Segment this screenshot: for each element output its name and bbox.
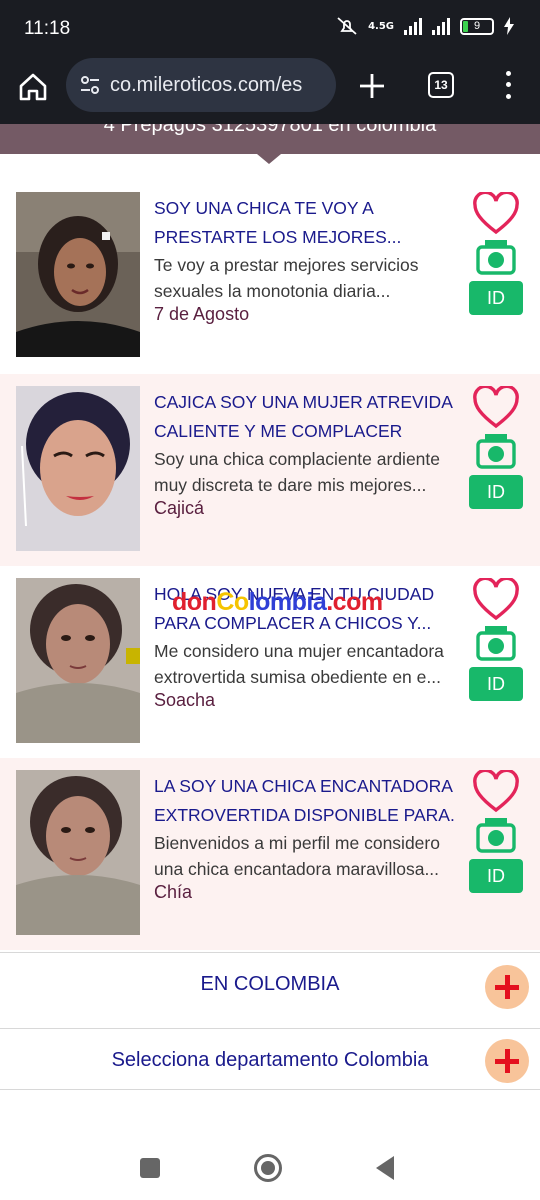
recent-apps-icon[interactable]: [140, 1158, 160, 1178]
listing-description: Me considero una mujer encantadora extro…: [154, 641, 444, 687]
listing-location: 7 de Agosto: [154, 304, 250, 324]
favorite-heart-icon[interactable]: [472, 192, 520, 236]
favorite-heart-icon[interactable]: [472, 578, 520, 622]
listing-item[interactable]: SOY UNA CHICA TE VOY A PRESTARTE LOS MEJ…: [0, 180, 540, 372]
watermark-logo: donColombia.com: [172, 588, 383, 616]
listing-description: Te voy a prestar mejores servicios sexua…: [154, 255, 419, 301]
status-icons: 4.5G 9: [336, 16, 514, 36]
status-time: 11:18: [24, 18, 71, 39]
battery-level: 9: [473, 20, 481, 32]
listing-location: Soacha: [154, 690, 216, 710]
id-verified-button[interactable]: ID: [469, 475, 523, 509]
department-section-label[interactable]: Selecciona departamento Colombia: [0, 1049, 540, 1072]
signal-strength-2-icon: [432, 17, 450, 35]
listing-photo[interactable]: [16, 192, 140, 357]
page-banner: 4 Prepagos 3125397801 en colombia: [0, 124, 540, 154]
system-nav-bar: [0, 1128, 540, 1200]
address-bar[interactable]: co.mileroticos.com/es: [66, 58, 336, 112]
country-section-label[interactable]: EN COLOMBIA: [0, 973, 540, 996]
listing-title[interactable]: SOY UNA CHICA TE VOY A PRESTARTE LOS MEJ…: [154, 194, 454, 252]
battery-icon: 9: [460, 17, 494, 35]
camera-icon[interactable]: [476, 624, 516, 662]
country-section-row[interactable]: EN COLOMBIA: [0, 952, 540, 1028]
home-icon[interactable]: [16, 70, 50, 104]
id-verified-button[interactable]: ID: [469, 281, 523, 315]
banner-text: 4 Prepagos 3125397801 en colombia: [103, 124, 437, 136]
listing-description: Bienvenidos a mi perfil me considero una…: [154, 833, 440, 879]
favorite-heart-icon[interactable]: [472, 770, 520, 814]
listing-photo[interactable]: [16, 578, 140, 743]
expand-plus-icon[interactable]: [485, 965, 529, 1009]
camera-icon[interactable]: [476, 816, 516, 854]
listing-photo[interactable]: [16, 770, 140, 935]
url-text[interactable]: co.mileroticos.com/es: [110, 74, 330, 97]
listing-item[interactable]: LA SOY UNA CHICA ENCANTADORA EXTROVERTID…: [0, 758, 540, 950]
id-verified-button[interactable]: ID: [469, 859, 523, 893]
home-button-icon[interactable]: [254, 1154, 282, 1182]
listing-item[interactable]: CAJICA SOY UNA MUJER ATREVIDA CALIENTE Y…: [0, 374, 540, 566]
back-icon[interactable]: [376, 1156, 394, 1180]
signal-strength-icon: [404, 17, 422, 35]
more-menu-icon[interactable]: [498, 68, 518, 102]
listing-title[interactable]: CAJICA SOY UNA MUJER ATREVIDA CALIENTE Y…: [154, 388, 454, 446]
site-settings-icon[interactable]: [78, 73, 102, 97]
listing-photo[interactable]: [16, 386, 140, 551]
status-bar: 11:18 4.5G 9: [0, 0, 540, 58]
charging-icon: [504, 17, 514, 35]
camera-icon[interactable]: [476, 238, 516, 276]
favorite-heart-icon[interactable]: [472, 386, 520, 430]
id-verified-button[interactable]: ID: [469, 667, 523, 701]
browser-toolbar: co.mileroticos.com/es 13: [0, 58, 540, 124]
mute-icon: [337, 17, 357, 35]
listing-title[interactable]: LA SOY UNA CHICA ENCANTADORA EXTROVERTID…: [154, 772, 454, 830]
listing-location: Chía: [154, 882, 193, 902]
camera-icon[interactable]: [476, 432, 516, 470]
tab-switcher-button[interactable]: 13: [428, 72, 454, 98]
new-tab-icon[interactable]: [356, 70, 388, 102]
listing-description: Soy una chica complaciente ardiente muy …: [154, 449, 441, 495]
listing-location: Cajicá: [154, 498, 205, 518]
expand-plus-icon[interactable]: [485, 1039, 529, 1083]
department-section-row[interactable]: Selecciona departamento Colombia: [0, 1028, 540, 1090]
banner-pointer: [257, 154, 281, 164]
network-type-icon: 4.5G: [368, 20, 394, 32]
